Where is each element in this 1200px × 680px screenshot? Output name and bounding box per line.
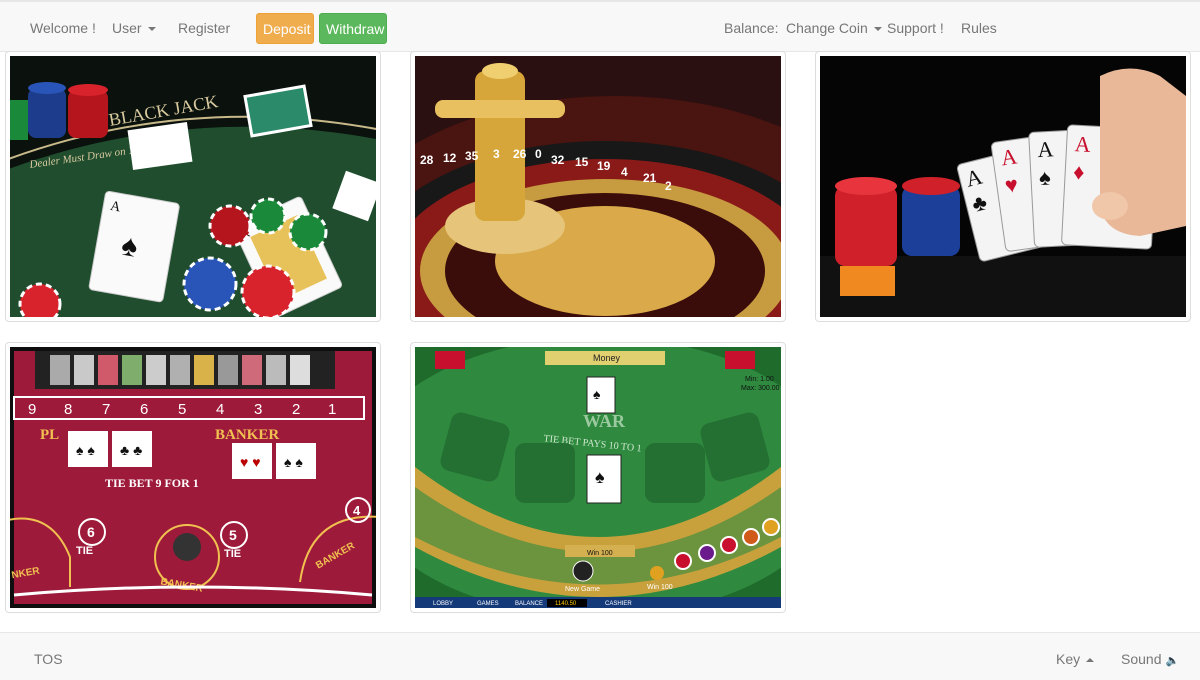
svg-text:♣ ♣: ♣ ♣	[120, 442, 142, 458]
register-link[interactable]: Register	[178, 20, 230, 36]
max-label: Max: 300.00	[741, 385, 780, 392]
sound-label: Sound	[1121, 651, 1162, 667]
win-label: Win 100	[587, 550, 613, 557]
support-link[interactable]: Support !	[887, 20, 944, 36]
box-number: 9	[28, 401, 36, 418]
chevron-down-icon	[147, 27, 156, 32]
roulette-number: 32	[551, 153, 565, 167]
game-thumb-baccarat[interactable]: 9 8 7 6 5 4 3 2 1 PL BANKER ♠ ♠ ♣ ♣ ♥ ♥ …	[5, 342, 381, 613]
user-dropdown[interactable]: User	[112, 20, 156, 36]
chip-tray	[50, 355, 310, 385]
roulette-number: 2	[665, 179, 672, 193]
box-number: 7	[102, 401, 110, 418]
balance-label: Balance:	[724, 20, 779, 36]
roulette-number: 26	[513, 147, 527, 161]
roulette-image: 28 12 35 3 26 0 32 15 19 4 21 2	[415, 56, 781, 317]
banker-label: BANKER	[215, 427, 279, 443]
card-rank: A	[1037, 136, 1054, 162]
top-navbar: Welcome ! User Register Deposit Withdraw…	[0, 0, 1200, 52]
card-rank: A	[1074, 131, 1091, 157]
poker-illustration: A ♣ A ♥ A ♠ A ♦	[820, 56, 1186, 317]
lobby-tab: LOBBY	[433, 601, 453, 607]
svg-text:♠: ♠	[593, 386, 601, 402]
tie-label: TIE	[76, 545, 93, 557]
svg-text:♠ ♠: ♠ ♠	[76, 442, 95, 458]
game-thumb-roulette[interactable]: 28 12 35 3 26 0 32 15 19 4 21 2	[410, 51, 786, 322]
tie-bet-label: TIE BET 9 FOR 1	[105, 476, 199, 490]
withdraw-button[interactable]: Withdraw	[319, 13, 387, 44]
box-number: 1	[328, 401, 336, 418]
tos-link[interactable]: TOS	[34, 651, 63, 667]
baccarat-illustration: 9 8 7 6 5 4 3 2 1 PL BANKER ♠ ♠ ♣ ♣ ♥ ♥ …	[10, 347, 376, 608]
money-label: Money	[593, 353, 621, 363]
footer-bar: TOS Key Sound 🔈	[0, 632, 1200, 680]
box-number: 3	[254, 401, 262, 418]
sound-toggle[interactable]: Sound 🔈	[1121, 651, 1179, 667]
roulette-number: 0	[535, 147, 542, 161]
roulette-number: 19	[597, 159, 611, 173]
change-coin-label: Change Coin	[786, 20, 868, 36]
blackjack-illustration: BLACK JACK Dealer Must Draw on 16 and on…	[10, 56, 376, 317]
roulette-number: 21	[643, 171, 657, 185]
game-thumb-war[interactable]: Money Min: 1.00 Max: 300.00 ♠ WAR TIE BE…	[410, 342, 786, 613]
tie-label: TIE	[224, 548, 241, 560]
change-coin-dropdown[interactable]: Change Coin	[786, 20, 882, 36]
new-game-label: New Game	[565, 586, 600, 593]
rules-link[interactable]: Rules	[961, 20, 997, 36]
cashier-tab: CASHIER	[605, 601, 632, 607]
chevron-down-icon	[873, 27, 882, 32]
war-label: WAR	[583, 411, 626, 431]
chevron-up-icon	[1086, 658, 1095, 663]
roulette-number: 3	[493, 147, 500, 161]
roulette-number: 28	[420, 153, 434, 167]
blackjack-image: BLACK JACK Dealer Must Draw on 16 and on…	[10, 56, 376, 317]
svg-text:♦: ♦	[1073, 159, 1086, 185]
roulette-number: 12	[443, 151, 457, 165]
key-label: Key	[1056, 651, 1081, 667]
game-thumb-blackjack[interactable]: BLACK JACK Dealer Must Draw on 16 and on…	[5, 51, 381, 322]
box-number: 5	[178, 401, 186, 418]
roulette-number: 4	[621, 165, 628, 179]
games-tab: GAMES	[477, 601, 499, 607]
box-number: 2	[292, 401, 300, 418]
svg-text:♠ ♠: ♠ ♠	[284, 454, 303, 470]
box-number: 6	[140, 401, 148, 418]
user-label: User	[112, 20, 142, 36]
tie-number: 4	[353, 503, 361, 518]
balance-value: 1140.50	[555, 601, 577, 607]
balance-tab: BALANCE	[515, 601, 543, 607]
deposit-button[interactable]: Deposit	[256, 13, 314, 44]
box-number: 8	[64, 401, 72, 418]
roulette-number: 15	[575, 155, 589, 169]
game-thumb-poker[interactable]: A ♣ A ♥ A ♠ A ♦	[815, 51, 1191, 322]
tie-number: 6	[87, 524, 95, 540]
roulette-number: 35	[465, 149, 479, 163]
roulette-illustration: 28 12 35 3 26 0 32 15 19 4 21 2	[415, 56, 781, 317]
war-image: Money Min: 1.00 Max: 300.00 ♠ WAR TIE BE…	[415, 347, 781, 608]
svg-text:♠: ♠	[1038, 164, 1051, 190]
key-dropdown[interactable]: Key	[1056, 651, 1095, 667]
win-small-label: Win 100	[647, 584, 673, 591]
welcome-link[interactable]: Welcome !	[30, 20, 96, 36]
player-label: PL	[40, 427, 59, 443]
svg-text:♠: ♠	[595, 467, 605, 487]
tie-number: 5	[229, 527, 237, 543]
war-illustration: Money Min: 1.00 Max: 300.00 ♠ WAR TIE BE…	[415, 347, 781, 608]
svg-text:♥ ♥: ♥ ♥	[240, 454, 261, 470]
box-number: 4	[216, 401, 224, 418]
poker-image: A ♣ A ♥ A ♠ A ♦	[820, 56, 1186, 317]
speaker-icon: 🔈	[1165, 655, 1180, 667]
baccarat-image: 9 8 7 6 5 4 3 2 1 PL BANKER ♠ ♠ ♣ ♣ ♥ ♥ …	[10, 347, 376, 608]
min-label: Min: 1.00	[745, 376, 774, 383]
